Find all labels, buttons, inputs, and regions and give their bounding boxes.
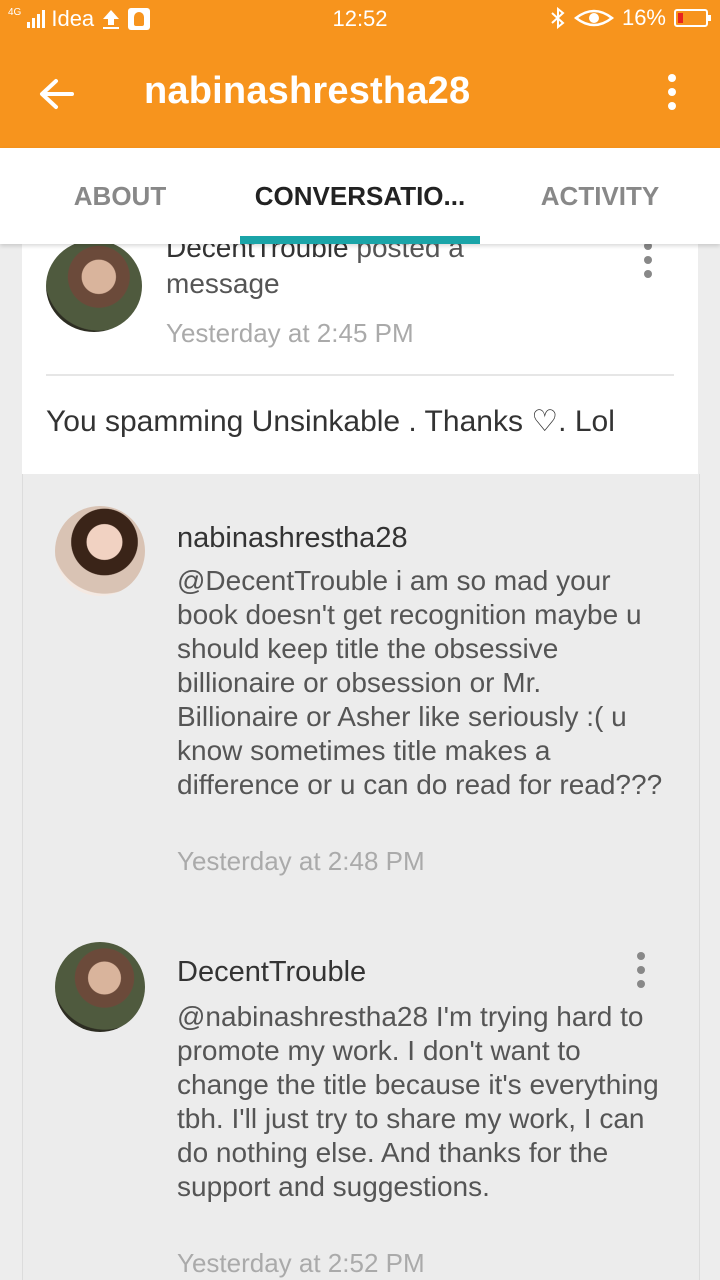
avatar[interactable] bbox=[55, 942, 145, 1032]
bluetooth-icon bbox=[551, 7, 565, 29]
tab-about[interactable]: ABOUT bbox=[0, 148, 240, 244]
tab-conversations[interactable]: CONVERSATIO... bbox=[240, 148, 480, 244]
avatar[interactable] bbox=[55, 506, 145, 596]
replies-list: nabinashrestha28 @DecentTrouble i am so … bbox=[22, 474, 700, 1280]
post-headline: DecentTrouble posted a message bbox=[166, 244, 546, 302]
app-bar: nabinashrestha28 bbox=[0, 38, 720, 148]
post-author[interactable]: DecentTrouble bbox=[166, 244, 349, 263]
tab-bar: ABOUT CONVERSATIO... ACTIVITY bbox=[0, 148, 720, 244]
reply-timestamp: Yesterday at 2:48 PM bbox=[177, 846, 425, 876]
tab-conversations-label: CONVERSATIO... bbox=[254, 180, 466, 211]
post-card: DecentTrouble posted a message Yesterday… bbox=[22, 244, 698, 474]
status-bar: 4G Idea 12:52 16% bbox=[0, 0, 720, 38]
reply-body: @DecentTrouble i am so mad your book doe… bbox=[177, 565, 663, 800]
reply-body: @nabinashrestha28 I'm trying hard to pro… bbox=[177, 1001, 659, 1202]
page-title: nabinashrestha28 bbox=[144, 70, 471, 112]
more-options-icon[interactable] bbox=[660, 74, 684, 118]
tab-about-label: ABOUT bbox=[73, 180, 167, 211]
reply-author[interactable]: DecentTrouble bbox=[177, 956, 366, 989]
battery-icon bbox=[674, 9, 711, 27]
eye-icon bbox=[573, 9, 614, 27]
post-more-icon[interactable] bbox=[638, 244, 658, 286]
tab-activity[interactable]: ACTIVITY bbox=[480, 148, 720, 244]
avatar[interactable] bbox=[46, 244, 142, 332]
reply-timestamp: Yesterday at 2:52 PM bbox=[177, 1248, 425, 1278]
post-timestamp: Yesterday at 2:45 PM bbox=[166, 318, 414, 348]
post-message: You spamming Unsinkable . Thanks ♡. Lol bbox=[46, 405, 615, 438]
battery-percent: 16% bbox=[621, 5, 666, 30]
reply-author[interactable]: nabinashrestha28 bbox=[177, 522, 408, 555]
back-arrow-icon[interactable] bbox=[36, 74, 76, 114]
divider bbox=[46, 374, 674, 376]
tab-activity-label: ACTIVITY bbox=[540, 180, 660, 211]
status-right: 16% bbox=[550, 5, 711, 31]
active-tab-indicator bbox=[240, 236, 480, 244]
reply-more-icon[interactable] bbox=[631, 952, 651, 996]
